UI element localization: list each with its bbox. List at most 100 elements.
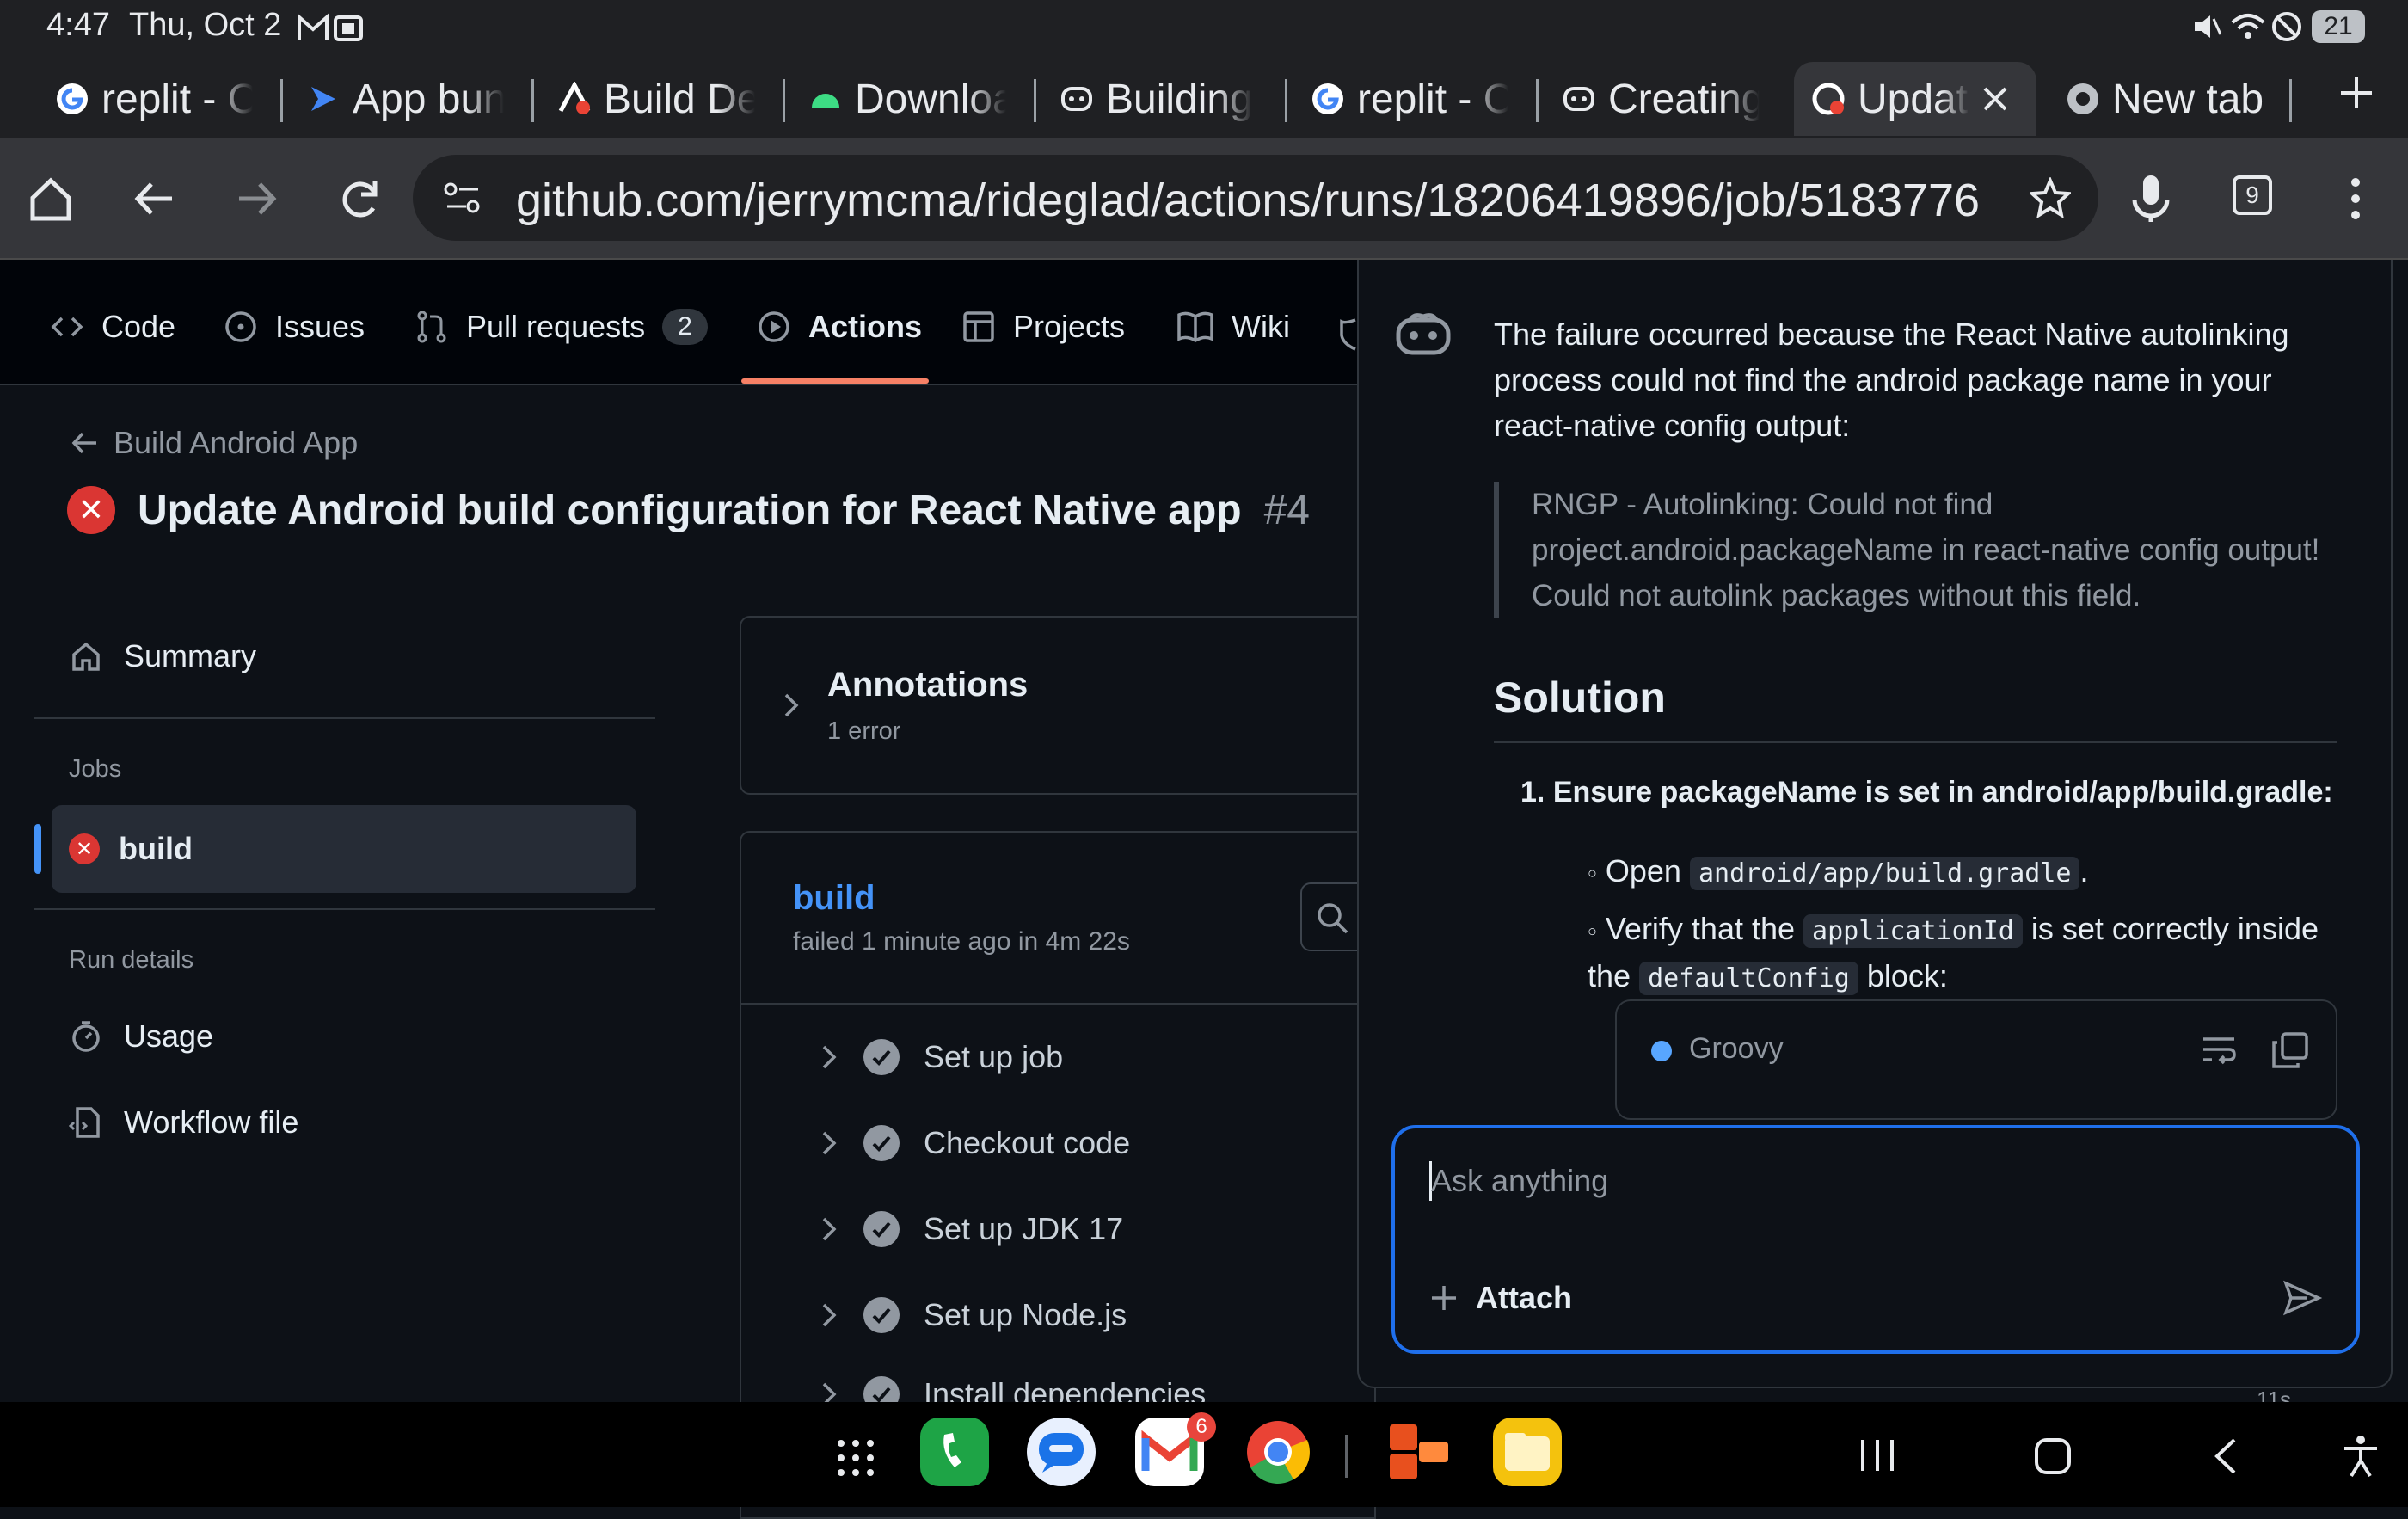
- run-details-heading: Run details: [69, 946, 194, 974]
- inline-code: android/app/build.gradle: [1689, 857, 2080, 890]
- browser-tab[interactable]: New tab: [2049, 62, 2281, 136]
- tab-wiki[interactable]: Wiki: [1176, 301, 1290, 353]
- active-tab-underline: [741, 378, 929, 384]
- back-to-workflow-link[interactable]: Build Android App: [69, 425, 358, 461]
- solution-step-1: 1. Ensure packageName is set in android/…: [1520, 776, 2333, 809]
- stopwatch-icon: [72, 1021, 100, 1052]
- word-wrap-icon[interactable]: [2200, 1032, 2238, 1070]
- job-step[interactable]: Checkout code: [819, 1125, 1130, 1161]
- sidebar-item-usage[interactable]: Usage: [69, 1018, 213, 1055]
- browser-tab[interactable]: replit - C: [1293, 62, 1526, 136]
- shield-icon[interactable]: [1338, 317, 1359, 351]
- browser-tab[interactable]: Downloa: [791, 62, 1023, 136]
- code-language: Groovy: [1689, 1032, 1784, 1065]
- sidebar-item-workflow-file[interactable]: Workflow file: [69, 1104, 298, 1141]
- browser-tab[interactable]: App bun: [289, 62, 521, 136]
- book-icon: [1177, 311, 1213, 343]
- site-settings-icon[interactable]: [444, 181, 482, 215]
- tab-switcher-button[interactable]: 9: [2233, 175, 2272, 215]
- send-icon[interactable]: [2282, 1278, 2322, 1318]
- job-name-link[interactable]: build: [793, 879, 875, 918]
- forward-arrow-icon[interactable]: [227, 169, 287, 229]
- chat-input-box[interactable]: Ask anything Attach: [1391, 1125, 2360, 1354]
- pull-request-count: 2: [662, 309, 708, 345]
- annotations-title: Annotations: [827, 666, 1029, 704]
- browser-tab[interactable]: Creating: [1545, 62, 1777, 136]
- back-button-icon[interactable]: [2212, 1436, 2239, 1476]
- annotations-panel[interactable]: Annotations 1 error: [740, 616, 1376, 795]
- reload-icon[interactable]: [330, 169, 390, 229]
- dock-divider: [1345, 1435, 1348, 1478]
- issue-icon: [225, 311, 256, 342]
- recent-apps-icon[interactable]: [1858, 1438, 1897, 1473]
- sidebar-item-build[interactable]: ✕ build: [52, 805, 636, 893]
- copy-icon[interactable]: [2270, 1030, 2310, 1070]
- google-icon: [1312, 83, 1343, 114]
- check-circle-icon: [863, 1125, 900, 1161]
- android-taskbar: 6: [0, 1402, 2408, 1507]
- chevron-right-icon: [822, 1217, 837, 1241]
- tab-projects[interactable]: Projects: [961, 301, 1125, 353]
- error-quote: RNGP - Autolinking: Could not find proje…: [1494, 482, 2337, 618]
- sidebar-item-summary[interactable]: Summary: [69, 638, 256, 674]
- tab-issues[interactable]: Issues: [224, 301, 365, 353]
- failed-status-icon: ✕: [67, 486, 115, 534]
- messages-app-icon[interactable]: [1027, 1418, 1096, 1486]
- my-files-app-icon[interactable]: [1493, 1418, 1562, 1486]
- bookmark-star-icon[interactable]: [2030, 177, 2071, 218]
- status-time: 4:47: [46, 7, 110, 43]
- annotations-count: 1 error: [827, 717, 901, 745]
- accessibility-icon[interactable]: [2341, 1435, 2380, 1478]
- phone-app-icon[interactable]: [920, 1418, 989, 1486]
- browser-tab[interactable]: Building: [1042, 62, 1275, 136]
- copilot-icon: [1061, 87, 1092, 111]
- browser-tab[interactable]: replit - C: [38, 62, 270, 136]
- page-title: ✕ Update Android build configuration for…: [67, 486, 1310, 534]
- back-arrow-icon[interactable]: [124, 169, 184, 229]
- expo-icon: [558, 82, 591, 114]
- copilot-answer-intro: The failure occurred because the React N…: [1494, 317, 2289, 443]
- overflow-menu-icon[interactable]: [2325, 169, 2386, 229]
- close-tab-icon[interactable]: [1981, 85, 2009, 113]
- plus-icon: [1432, 1286, 1456, 1310]
- chrome-icon: [2067, 83, 2098, 114]
- new-tab-icon[interactable]: [2337, 74, 2375, 112]
- app-drawer-icon[interactable]: [836, 1438, 875, 1478]
- tab-actions[interactable]: Actions: [757, 301, 922, 353]
- failed-status-icon: ✕: [69, 833, 100, 864]
- copilot-icon: [1563, 87, 1594, 111]
- address-bar[interactable]: github.com/jerrymcma/rideglad/actions/ru…: [413, 155, 2098, 241]
- microphone-icon[interactable]: [2121, 169, 2181, 229]
- browser-toolbar: github.com/jerrymcma/rideglad/actions/ru…: [0, 138, 2408, 260]
- browser-tab-strip: replit - C App bun Build De Downloa Buil…: [0, 53, 2408, 138]
- attach-button[interactable]: Attach: [1429, 1280, 1572, 1316]
- google-icon: [57, 83, 88, 114]
- chat-input-placeholder[interactable]: Ask anything: [1431, 1163, 1608, 1199]
- job-step[interactable]: Set up job: [819, 1039, 1063, 1075]
- job-step[interactable]: Set up JDK 17: [819, 1211, 1123, 1247]
- solution-heading: Solution: [1494, 673, 1666, 722]
- inline-code: applicationId: [1803, 914, 2023, 948]
- language-dot: [1651, 1041, 1672, 1061]
- wifi-icon: [2231, 14, 2265, 39]
- play-icon: [759, 311, 789, 342]
- status-date: Thu, Oct 2: [129, 7, 282, 43]
- tab-pull-requests[interactable]: Pull requests 2: [415, 301, 708, 353]
- android-icon: [812, 94, 839, 108]
- home-icon[interactable]: [21, 169, 81, 229]
- job-step[interactable]: Set up Node.js: [819, 1297, 1127, 1333]
- chevron-right-icon: [822, 1131, 837, 1155]
- multiapp-icon[interactable]: [1385, 1418, 1453, 1486]
- arrow-left-icon: [71, 432, 96, 454]
- browser-tab[interactable]: Build De: [540, 62, 772, 136]
- check-circle-icon: [863, 1297, 900, 1333]
- search-icon: [1318, 903, 1348, 934]
- check-circle-icon: [863, 1211, 900, 1247]
- chevron-right-icon: [784, 693, 799, 717]
- browser-tab-active[interactable]: Updat: [1794, 62, 2036, 136]
- chrome-app-icon[interactable]: [1244, 1418, 1312, 1486]
- tab-code[interactable]: Code: [50, 301, 175, 353]
- job-status-text: failed 1 minute ago in 4m 22s: [793, 927, 1130, 956]
- github-error-icon: [1812, 83, 1845, 115]
- home-button-icon[interactable]: [2033, 1436, 2073, 1476]
